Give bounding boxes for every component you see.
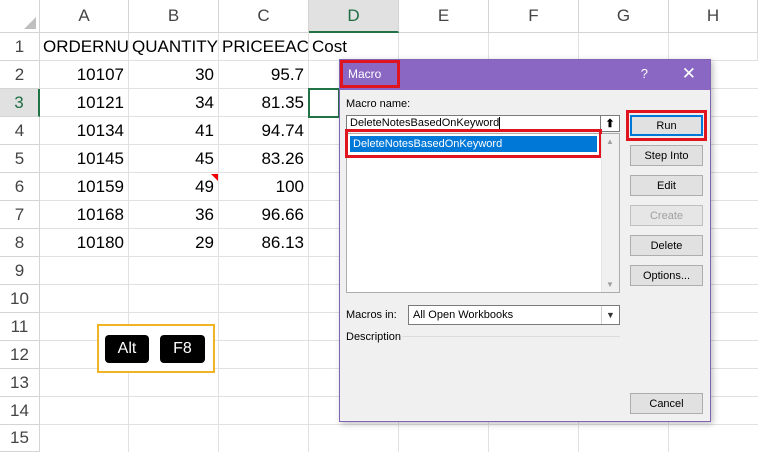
comment-indicator-icon[interactable] <box>211 174 218 181</box>
row-header-3[interactable]: 3 <box>0 89 40 117</box>
macros-in-label: Macros in: <box>346 309 397 321</box>
macro-name-value: DeleteNotesBasedOnKeyword <box>350 117 500 129</box>
select-all-corner[interactable] <box>0 0 40 33</box>
create-button[interactable]: Create <box>630 205 703 226</box>
row-header-6[interactable]: 6 <box>0 173 40 201</box>
row-header-11[interactable]: 11 <box>0 313 40 341</box>
help-icon[interactable]: ? <box>641 66 648 81</box>
scroll-up-icon[interactable]: ▲ <box>606 137 614 146</box>
row-header-12[interactable]: 12 <box>0 341 40 369</box>
column-header-h[interactable]: H <box>669 0 758 33</box>
row-header-14[interactable]: 14 <box>0 397 40 425</box>
column-header-d[interactable]: D <box>309 0 399 33</box>
row-header-1[interactable]: 1 <box>0 33 40 61</box>
edit-button[interactable]: Edit <box>630 175 703 196</box>
list-highlight-box <box>345 129 602 158</box>
column-header-a[interactable]: A <box>40 0 129 33</box>
chevron-down-icon[interactable]: ▼ <box>601 306 619 324</box>
f8-key: F8 <box>160 335 205 363</box>
text-caret <box>499 117 501 130</box>
row-header-7[interactable]: 7 <box>0 201 40 229</box>
row-header-4[interactable]: 4 <box>0 117 40 145</box>
delete-button[interactable]: Delete <box>630 235 703 256</box>
column-header-c[interactable]: C <box>219 0 309 33</box>
title-highlight-box <box>340 60 400 88</box>
row-header-15[interactable]: 15 <box>0 425 40 452</box>
row-header-2[interactable]: 2 <box>0 61 40 89</box>
scroll-down-icon[interactable]: ▼ <box>606 280 614 289</box>
step-into-button[interactable]: Step Into <box>630 145 703 166</box>
description-divider <box>402 336 620 337</box>
column-header-b[interactable]: B <box>129 0 219 33</box>
active-cell-d3[interactable] <box>308 88 340 118</box>
column-header-e[interactable]: E <box>399 0 489 33</box>
select-all-triangle <box>24 17 36 29</box>
row-header-5[interactable]: 5 <box>0 145 40 173</box>
macro-name-label: Macro name: <box>346 98 411 110</box>
row-header-13[interactable]: 13 <box>0 369 40 397</box>
description-label: Description <box>346 331 402 343</box>
macros-in-value: All Open Workbooks <box>413 309 514 321</box>
list-scrollbar[interactable]: ▲ ▼ <box>601 134 619 292</box>
column-header-f[interactable]: F <box>489 0 579 33</box>
alt-key: Alt <box>105 335 149 363</box>
options-button[interactable]: Options... <box>630 265 703 286</box>
row-header-10[interactable]: 10 <box>0 285 40 313</box>
row-header-9[interactable]: 9 <box>0 257 40 285</box>
cancel-button[interactable]: Cancel <box>630 393 703 414</box>
shortcut-hint: Alt F8 <box>97 324 215 373</box>
dialog-titlebar[interactable]: Macro ? ✕ <box>340 60 710 90</box>
macros-in-select[interactable]: All Open Workbooks ▼ <box>408 305 620 325</box>
pick-macro-up-icon[interactable]: ⬆ <box>600 115 620 132</box>
macro-list[interactable]: DeleteNotesBasedOnKeyword ▲ ▼ <box>345 129 620 293</box>
close-icon[interactable]: ✕ <box>682 64 696 84</box>
macro-dialog: Macro ? ✕ Macro name: DeleteNotesBasedOn… <box>339 59 711 422</box>
row-header-8[interactable]: 8 <box>0 229 40 257</box>
column-header-g[interactable]: G <box>579 0 669 33</box>
run-button[interactable]: Run <box>630 115 703 136</box>
